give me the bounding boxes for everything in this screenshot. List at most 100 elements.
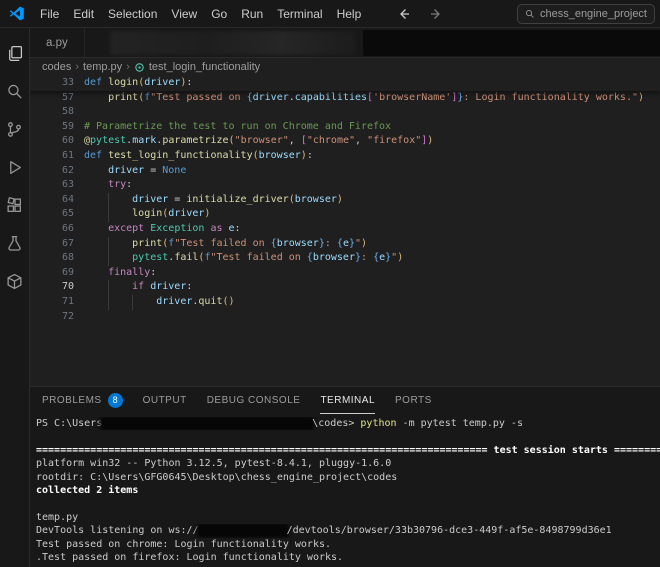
breadcrumb-item[interactable]: test_login_functionality [149, 61, 260, 73]
code-line[interactable]: 64driver = initialize_driver(browser) [30, 193, 660, 208]
code-line[interactable]: 72 [30, 310, 660, 325]
code-line[interactable]: 58 [30, 105, 660, 120]
code-line[interactable]: 67print(f"Test failed on {browser}: {e}"… [30, 237, 660, 252]
code-line[interactable]: 70if driver: [30, 280, 660, 295]
menu-selection[interactable]: Selection [101, 4, 164, 24]
terminal-line: rootdir: C:\Users\GFG0645\Desktop\chess_… [36, 471, 660, 484]
line-number: 33 [30, 76, 74, 91]
redacted-text [102, 418, 312, 429]
indent-guide [108, 237, 132, 252]
indent-guide [84, 251, 108, 266]
panel-tab-problems[interactable]: PROBLEMS8 [42, 387, 123, 414]
menu-help[interactable]: Help [330, 4, 369, 24]
line-number: 64 [30, 193, 74, 208]
breadcrumb: codes › temp.py › test_login_functionality [30, 58, 660, 76]
line-number: 69 [30, 266, 74, 281]
indent-guide [84, 295, 108, 310]
forward-arrow-icon[interactable] [428, 6, 444, 22]
search-sidebar-icon[interactable] [0, 72, 30, 110]
redacted-tabs-region [110, 31, 356, 55]
activity-bar [0, 28, 30, 567]
command-center-search[interactable]: chess_engine_project [517, 4, 655, 24]
editor-tab-bar: a.py [30, 28, 660, 58]
run-debug-icon[interactable] [0, 148, 30, 186]
line-number: 57 [30, 91, 74, 106]
line-number: 71 [30, 295, 74, 310]
vscode-logo-icon [9, 6, 25, 22]
breadcrumb-item[interactable]: codes [42, 61, 71, 73]
terminal-line: temp.py [36, 511, 660, 524]
explorer-icon[interactable] [0, 34, 30, 72]
code-line[interactable]: 69finally: [30, 266, 660, 281]
indent-guide [132, 295, 156, 310]
menu-run[interactable]: Run [234, 4, 270, 24]
line-number: 70 [30, 280, 74, 295]
code-line[interactable]: 71driver.quit() [30, 295, 660, 310]
title-bar: FileEditSelectionViewGoRunTerminalHelp c… [0, 0, 660, 28]
terminal-line [36, 497, 660, 510]
panel-tab-terminal[interactable]: TERMINAL [320, 387, 375, 414]
indent-guide [84, 193, 108, 208]
menu-go[interactable]: Go [204, 4, 234, 24]
line-number: 63 [30, 178, 74, 193]
problems-badge: 8 [108, 393, 123, 408]
code-line[interactable]: 59# Parametrize the test to run on Chrom… [30, 120, 660, 135]
indent-guide [84, 164, 108, 179]
breadcrumb-item[interactable]: temp.py [83, 61, 122, 73]
breadcrumb-separator: › [75, 61, 79, 73]
code-line[interactable]: 63try: [30, 178, 660, 193]
testing-icon[interactable] [0, 224, 30, 262]
symbol-method-icon [134, 62, 145, 73]
panel-tab-debug-console[interactable]: DEBUG CONSOLE [207, 387, 301, 414]
code-line[interactable]: 68pytest.fail(f"Test failed on {browser}… [30, 251, 660, 266]
code-line[interactable]: 65login(driver) [30, 207, 660, 222]
menu-terminal[interactable]: Terminal [270, 4, 329, 24]
menu-bar: FileEditSelectionViewGoRunTerminalHelp [33, 4, 368, 24]
line-number: 67 [30, 237, 74, 252]
indent-guide [84, 178, 108, 193]
code-line[interactable]: 61def test_login_functionality(browser): [30, 149, 660, 164]
nav-arrows [396, 6, 444, 22]
menu-file[interactable]: File [33, 4, 66, 24]
line-number: 65 [30, 207, 74, 222]
indent-guide [84, 91, 108, 106]
indent-guide [84, 266, 108, 281]
tab-a-py[interactable]: a.py [30, 28, 85, 57]
code-line[interactable]: 66except Exception as e: [30, 222, 660, 237]
code-line[interactable]: 62driver = None [30, 164, 660, 179]
terminal-line [36, 430, 660, 443]
cube-icon[interactable] [0, 262, 30, 300]
panel-tabs: PROBLEMS8 OUTPUT DEBUG CONSOLE TERMINAL PORT… [30, 387, 660, 414]
sticky-line[interactable]: 33def login(driver): [30, 76, 660, 91]
indent-guide [108, 193, 132, 208]
terminal-line: platform win32 -- Python 3.12.5, pytest-… [36, 457, 660, 470]
terminal-content[interactable]: PS C:\Users\codes> python -m pytest temp… [36, 417, 660, 567]
code-line[interactable]: 60@pytest.mark.parametrize("browser", ["… [30, 134, 660, 149]
code-line[interactable]: 33def login(driver): [30, 76, 660, 91]
panel-tab-output[interactable]: OUTPUT [143, 387, 187, 414]
code-line[interactable]: 57print(f"Test passed on {driver.capabil… [30, 91, 660, 106]
indent-guide [84, 237, 108, 252]
indent-guide [108, 295, 132, 310]
terminal-line: .Test passed on firefox: Login functiona… [36, 551, 660, 564]
menu-view[interactable]: View [164, 4, 204, 24]
line-number: 68 [30, 251, 74, 266]
line-number: 58 [30, 105, 74, 120]
line-number: 59 [30, 120, 74, 135]
line-number: 60 [30, 134, 74, 149]
redacted-text [199, 525, 287, 536]
indent-guide [84, 280, 108, 295]
menu-edit[interactable]: Edit [66, 4, 101, 24]
indent-guide [108, 251, 132, 266]
panel-tab-ports[interactable]: PORTS [395, 387, 432, 414]
breadcrumb-separator: › [126, 61, 130, 73]
code-editor[interactable]: 33def login(driver): 57print(f"Test pass… [30, 76, 660, 386]
terminal-line: ========================================… [36, 444, 660, 457]
indent-guide [84, 222, 108, 237]
back-arrow-icon[interactable] [396, 6, 412, 22]
search-query: chess_engine_project [540, 8, 647, 20]
line-number: 62 [30, 164, 74, 179]
line-number: 61 [30, 149, 74, 164]
source-control-icon[interactable] [0, 110, 30, 148]
extensions-icon[interactable] [0, 186, 30, 224]
